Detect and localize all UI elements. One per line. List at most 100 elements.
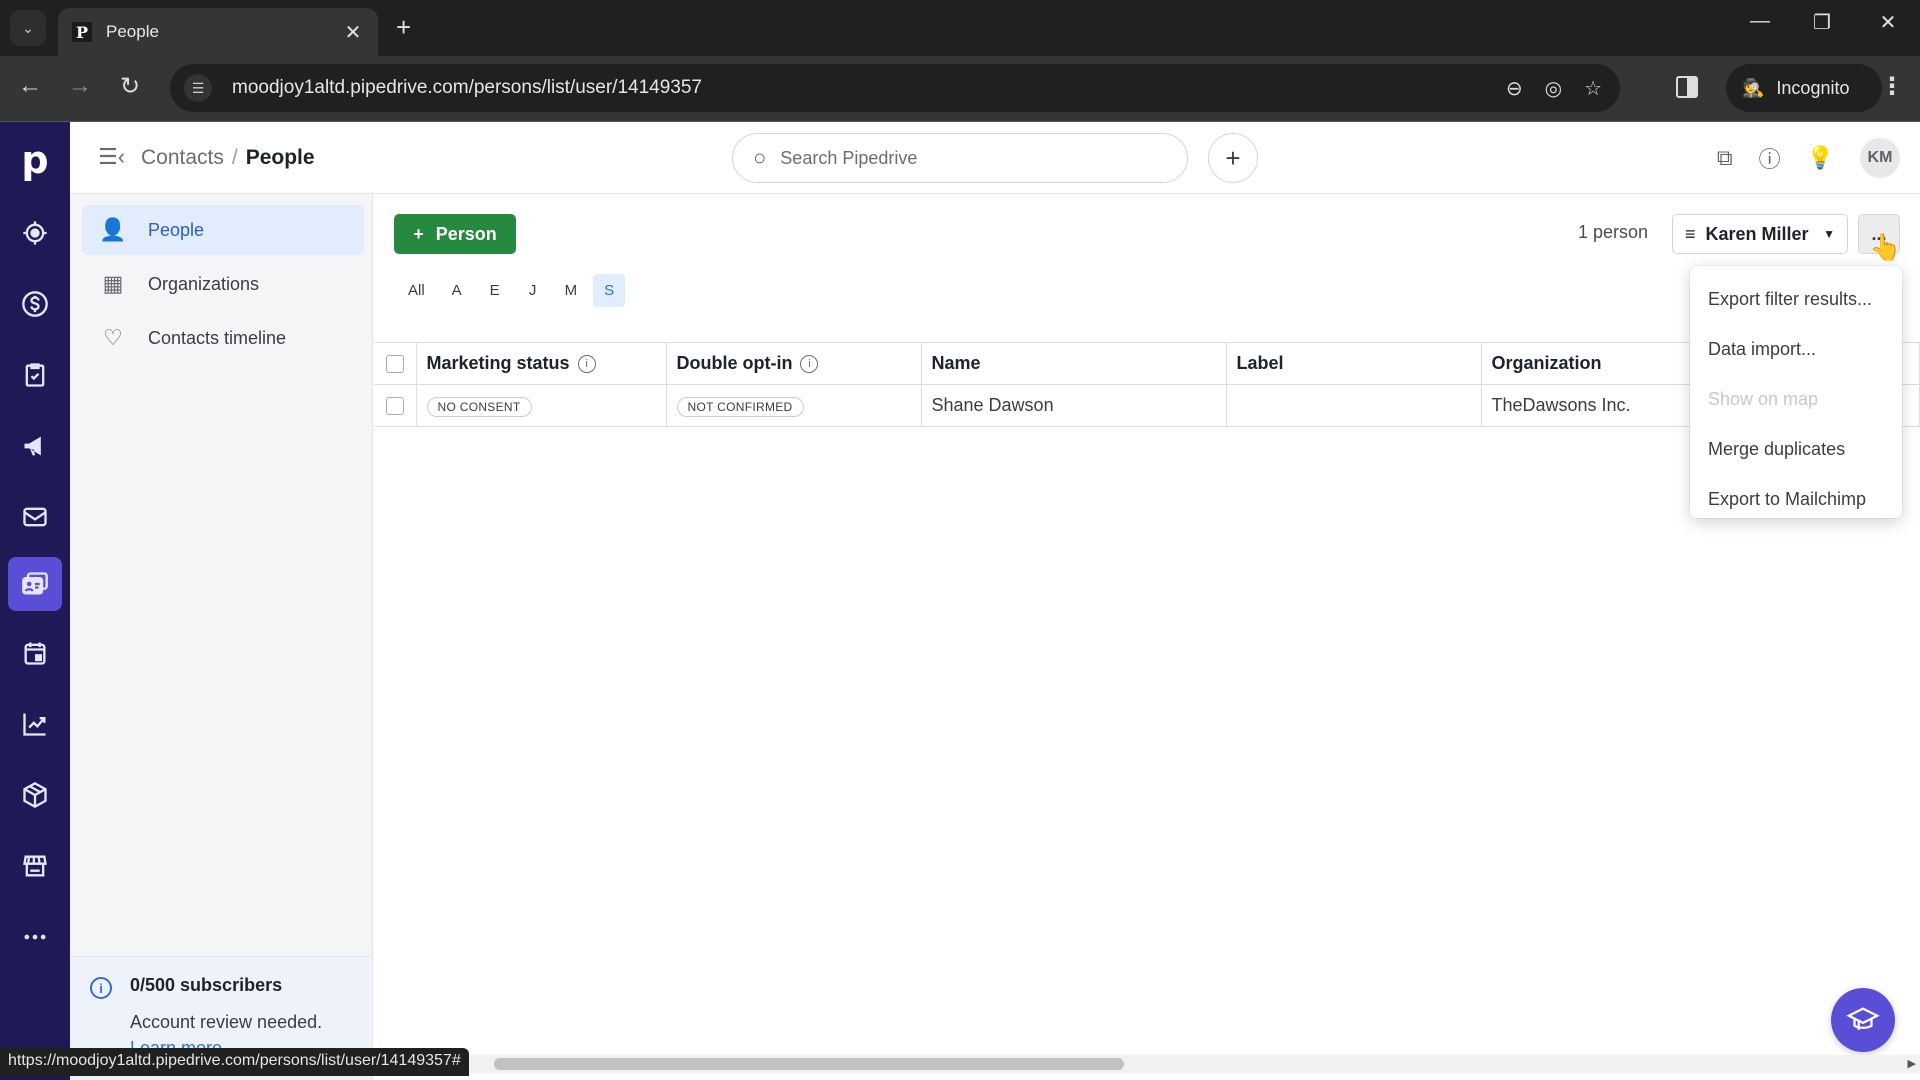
plus-icon: + <box>1225 142 1241 173</box>
lightbulb-icon[interactable]: 💡 <box>1807 145 1834 171</box>
reload-icon[interactable]: ↻ <box>112 72 148 101</box>
cell-name[interactable]: Shane Dawson <box>920 384 1227 427</box>
col-label: Double opt-in <box>676 353 793 373</box>
alpha-a[interactable]: A <box>441 274 473 307</box>
scrollbar-thumb[interactable] <box>494 1058 1124 1070</box>
rail-more[interactable] <box>8 910 62 964</box>
zoom-icon[interactable]: ⊖ <box>1506 76 1523 101</box>
people-table: Marketing status i Double opt-in i Name La… <box>374 342 1920 427</box>
subscriber-count: 0/500 subscribers <box>130 975 283 995</box>
col-label: Marketing status <box>426 353 570 373</box>
tab-search-button[interactable]: ⌄ <box>10 10 46 46</box>
browser-menu-icon[interactable]: ⋮ <box>1880 72 1904 101</box>
select-all-checkbox[interactable] <box>385 355 404 374</box>
more-actions-menu: Export filter results... Data import... … <box>1690 266 1902 518</box>
menu-data-import[interactable]: Data import... <box>1690 324 1902 374</box>
info-icon[interactable]: i <box>800 355 819 374</box>
menu-show-on-map: Show on map <box>1708 388 1819 409</box>
plus-icon: + <box>413 223 424 244</box>
chevron-down-icon: ⌄ <box>22 19 34 36</box>
contacts-subnav: 👤 People ▦ Organizations ♡ Contacts time… <box>70 194 373 1080</box>
scroll-right-icon[interactable]: ▶ <box>1908 1057 1916 1070</box>
pipedrive-logo[interactable]: p <box>0 138 70 182</box>
menu-export-to-mailchimp[interactable]: Export to Mailchimp <box>1690 474 1902 524</box>
breadcrumb-separator: / <box>231 146 238 169</box>
add-person-button[interactable]: + Person <box>394 214 516 254</box>
close-window-icon[interactable]: ✕ <box>1868 10 1908 35</box>
rail-calendar[interactable] <box>8 626 62 680</box>
add-person-label: Person <box>435 223 497 244</box>
browser-tab[interactable]: P People ✕ <box>58 8 378 56</box>
app-header: ☰‹ Contacts / People ○ + ⧉ ⓘ 💡 KM <box>70 122 1920 194</box>
rail-mail[interactable] <box>8 490 62 544</box>
avatar[interactable]: KM <box>1860 138 1900 178</box>
menu-export-filter-results[interactable]: Export filter results... <box>1690 274 1902 324</box>
eye-off-icon[interactable]: ◎ <box>1545 76 1562 101</box>
side-panel-icon[interactable] <box>1676 76 1698 98</box>
info-icon[interactable]: i <box>577 355 596 374</box>
clipboard-check-icon <box>25 363 45 387</box>
minimize-icon[interactable]: — <box>1740 10 1780 33</box>
alpha-all[interactable]: All <box>398 274 435 307</box>
close-tab-icon[interactable]: ✕ <box>342 20 364 45</box>
row-select-cell <box>374 384 417 427</box>
academy-help-button[interactable] <box>1831 988 1895 1052</box>
horizontal-scrollbar[interactable]: ▶ <box>374 1055 1920 1073</box>
col-marketing-status[interactable]: Marketing status i <box>415 342 667 385</box>
subnav-item-label: People <box>148 219 205 240</box>
subnav-item-organizations[interactable]: ▦ Organizations <box>82 259 364 309</box>
box-icon <box>23 781 47 809</box>
caret-down-icon: ▼ <box>1823 227 1835 241</box>
row-checkbox[interactable] <box>385 397 404 416</box>
browser-toolbar: ← → ↻ ☰ moodjoy1altd.pipedrive.com/perso… <box>0 56 1920 122</box>
extensions-icon[interactable]: ⧉ <box>1717 145 1733 171</box>
rail-campaigns[interactable] <box>8 419 62 473</box>
url-text[interactable]: moodjoy1altd.pipedrive.com/persons/list/… <box>232 77 702 99</box>
rail-activities[interactable] <box>8 348 62 402</box>
new-tab-button[interactable]: + <box>396 12 411 43</box>
rail-deals[interactable] <box>8 277 62 331</box>
back-icon[interactable]: ← <box>12 72 48 100</box>
table-header-row: Marketing status i Double opt-in i Name La… <box>374 342 1920 385</box>
site-info-icon[interactable]: ☰ <box>184 74 212 102</box>
rail-products[interactable] <box>8 768 62 822</box>
restore-icon[interactable]: ❐ <box>1802 10 1842 35</box>
forward-icon[interactable]: → <box>62 72 98 100</box>
alpha-s[interactable]: S <box>593 274 626 307</box>
person-icon: 👤 <box>99 217 127 242</box>
alpha-j[interactable]: J <box>517 274 549 307</box>
status-badge: NOT CONFIRMED <box>676 396 804 417</box>
menu-merge-duplicates[interactable]: Merge duplicates <box>1690 424 1902 474</box>
search-box[interactable]: ○ <box>732 133 1188 183</box>
address-bar[interactable]: ☰ moodjoy1altd.pipedrive.com/persons/lis… <box>170 64 1620 112</box>
breadcrumb-contacts[interactable]: Contacts <box>141 146 224 169</box>
tab-title: People <box>106 22 159 41</box>
collapse-sidebar-icon[interactable]: ☰‹ <box>98 144 125 170</box>
help-icon[interactable]: ⓘ <box>1759 142 1781 174</box>
subnav-item-contacts-timeline[interactable]: ♡ Contacts timeline <box>82 313 364 363</box>
quick-add-button[interactable]: + <box>1208 133 1258 183</box>
star-icon[interactable]: ☆ <box>1584 76 1602 101</box>
chart-icon <box>23 713 46 736</box>
rail-contacts[interactable] <box>8 557 62 611</box>
incognito-badge[interactable]: 🕵 Incognito <box>1726 64 1882 112</box>
col-name[interactable]: Name <box>920 342 1227 385</box>
subnav-item-people[interactable]: 👤 People <box>82 205 364 255</box>
alpha-m[interactable]: M <box>555 274 588 307</box>
rail-insights[interactable] <box>8 697 62 751</box>
search-input[interactable] <box>780 147 1141 169</box>
graduation-cap-icon <box>1846 1007 1880 1030</box>
rail-leads[interactable] <box>8 206 62 260</box>
alpha-e[interactable]: E <box>479 274 511 307</box>
filter-icon: ≡ <box>1685 223 1696 244</box>
select-all-cell <box>374 342 417 385</box>
store-icon <box>23 855 47 877</box>
more-icon <box>24 934 46 940</box>
dollar-icon <box>22 291 48 317</box>
table-row[interactable]: NO CONSENT NOT CONFIRMED Shane Dawson Th… <box>374 384 1920 427</box>
rail-marketplace[interactable] <box>8 839 62 893</box>
col-double-opt-in[interactable]: Double opt-in i <box>665 342 922 385</box>
col-label[interactable]: Label <box>1225 342 1482 385</box>
filter-dropdown[interactable]: ≡ Karen Miller ▼ <box>1672 214 1848 254</box>
building-icon: ▦ <box>102 271 124 296</box>
